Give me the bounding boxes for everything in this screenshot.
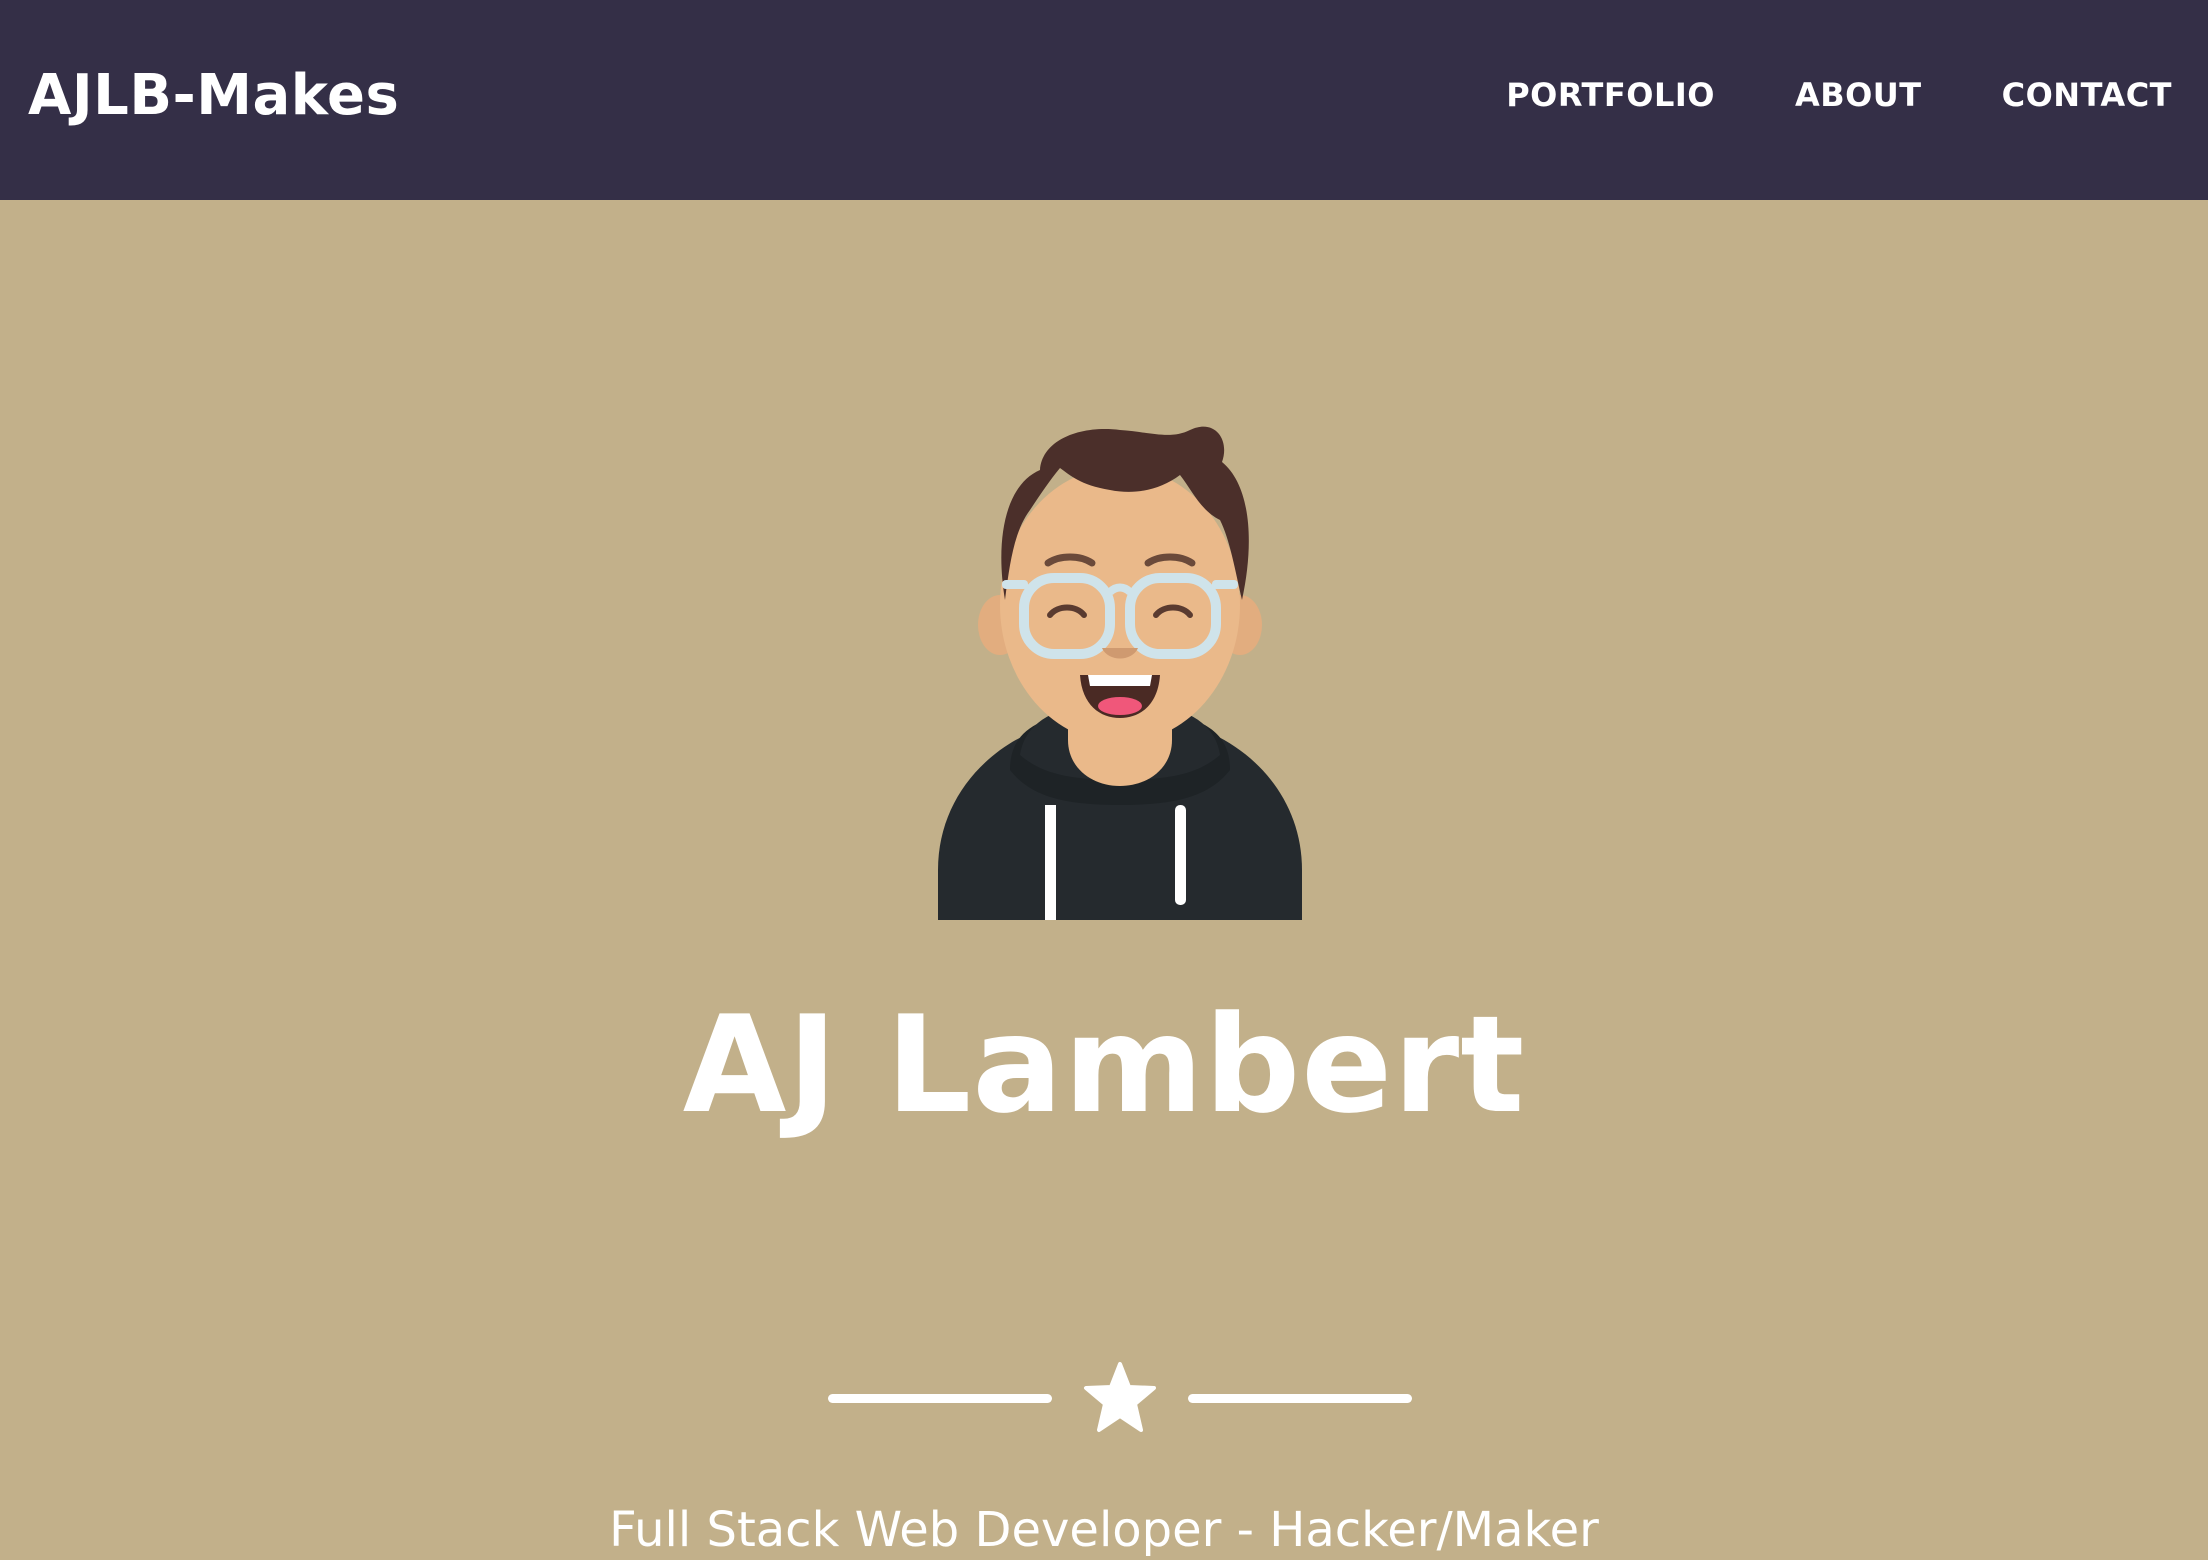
navbar: AJLB-Makes PORTFOLIO ABOUT CONTACT [0, 0, 2208, 200]
divider-line-right [1188, 1394, 1412, 1403]
brand-link[interactable]: AJLB-Makes [28, 60, 399, 132]
divider-line-left [828, 1394, 1052, 1403]
nav-links: PORTFOLIO ABOUT CONTACT [1506, 70, 2172, 120]
nav-link-portfolio[interactable]: PORTFOLIO [1506, 76, 1715, 114]
hero-name: AJ Lambert [682, 987, 1526, 1143]
developer-avatar-icon [938, 426, 1302, 920]
hero-section: AJ Lambert Full Stack Web Developer - Ha… [0, 200, 2208, 1558]
nav-link-about[interactable]: ABOUT [1795, 76, 1922, 114]
star-icon [1084, 1362, 1156, 1432]
star-divider [828, 1360, 1412, 1440]
nav-link-contact[interactable]: CONTACT [2002, 76, 2172, 114]
hero-subtitle: Full Stack Web Developer - Hacker/Maker [609, 1502, 1599, 1558]
